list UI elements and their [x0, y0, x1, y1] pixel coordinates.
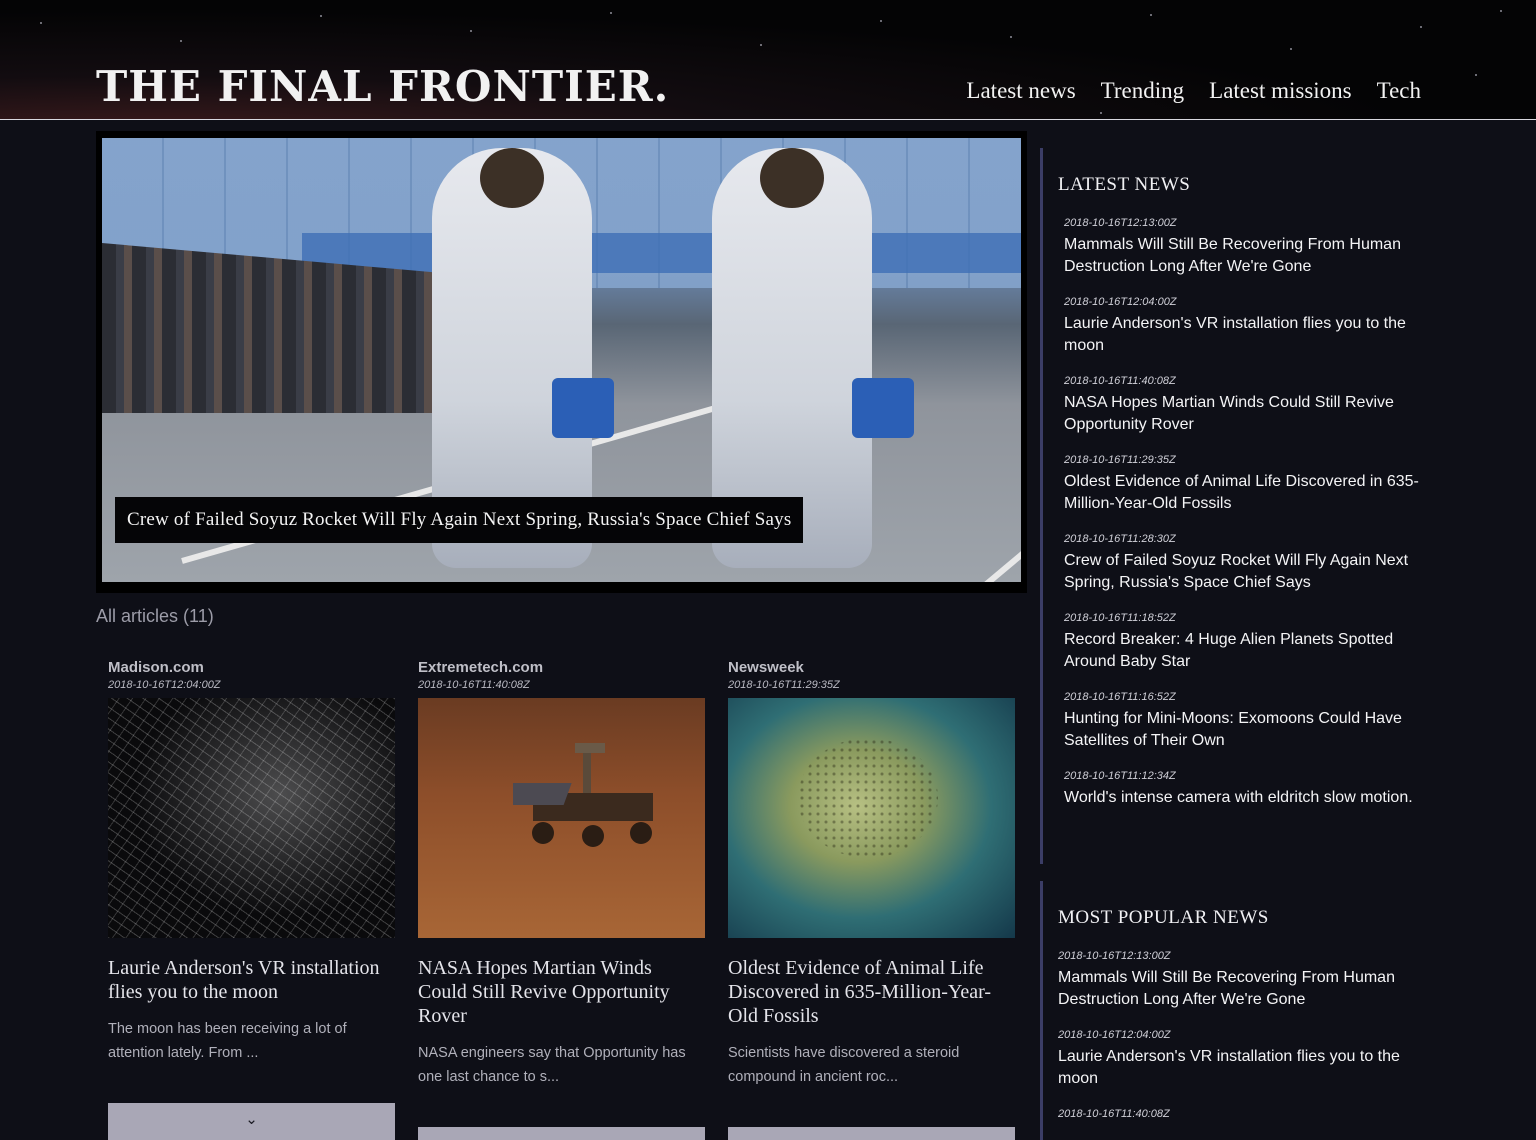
item-title[interactable]: Crew of Failed Soyuz Rocket Will Fly Aga… [1064, 550, 1430, 593]
article-card: Newsweek 2018-10-16T11:29:35Z Oldest Evi… [728, 659, 1015, 1140]
hero-image[interactable]: Crew of Failed Soyuz Rocket Will Fly Aga… [102, 138, 1021, 582]
item-date: 2018-10-16T12:13:00Z [1058, 950, 1171, 962]
all-articles-label: All articles (11) [96, 606, 214, 626]
article-card: Extremetech.com 2018-10-16T11:40:08Z NAS… [418, 659, 705, 1140]
site-header: THE FINAL FRONTIER. Latest news Trending… [0, 0, 1536, 120]
sponge-texture [798, 738, 938, 858]
card-excerpt: Scientists have discovered a steroid com… [728, 1045, 960, 1085]
card-source: Madison.com [108, 659, 204, 676]
item-date: 2018-10-16T11:40:08Z [1058, 1108, 1170, 1120]
chevron-down-icon: ⌄ [555, 1135, 568, 1140]
site-logo[interactable]: THE FINAL FRONTIER. [96, 62, 669, 111]
list-item[interactable]: 2018-10-16T11:18:52Z Record Breaker: 4 H… [1058, 612, 1430, 672]
nav-trending[interactable]: Trending [1101, 78, 1185, 104]
expand-button[interactable]: ⌄ [728, 1127, 1015, 1140]
building-band [302, 233, 1021, 273]
hero-feature[interactable]: Crew of Failed Soyuz Rocket Will Fly Aga… [96, 131, 1027, 593]
rover-graphic [513, 743, 653, 847]
nav-tech[interactable]: Tech [1377, 78, 1421, 104]
latest-news-list: 2018-10-16T12:13:00Z Mammals Will Still … [1058, 217, 1430, 809]
item-date: 2018-10-16T12:13:00Z [1064, 217, 1177, 229]
latest-news-heading: LATEST NEWS [1058, 174, 1191, 195]
item-date: 2018-10-16T11:16:52Z [1064, 691, 1176, 703]
item-title[interactable]: Laurie Anderson's VR installation flies … [1058, 1046, 1430, 1089]
item-date: 2018-10-16T11:28:30Z [1064, 533, 1176, 545]
item-date: 2018-10-16T11:29:35Z [1064, 454, 1176, 466]
astronaut-head [760, 148, 824, 208]
list-item[interactable]: 2018-10-16T11:16:52Z Hunting for Mini-Mo… [1058, 691, 1430, 751]
list-item[interactable]: 2018-10-16T11:29:35Z Oldest Evidence of … [1058, 454, 1430, 514]
vr-mesh-graphic [108, 698, 395, 938]
item-title[interactable]: Oldest Evidence of Animal Life Discovere… [1064, 471, 1430, 514]
item-title[interactable]: Record Breaker: 4 Huge Alien Planets Spo… [1064, 629, 1430, 672]
most-popular-panel: MOST POPULAR NEWS 2018-10-16T12:13:00Z M… [1040, 881, 1430, 1140]
astronaut-head [480, 148, 544, 208]
list-item[interactable]: 2018-10-16T12:04:00Z Laurie Anderson's V… [1058, 1029, 1430, 1089]
list-item[interactable]: 2018-10-16T12:04:00Z Laurie Anderson's V… [1058, 296, 1430, 356]
sidebar: LATEST NEWS 2018-10-16T12:13:00Z Mammals… [1040, 148, 1430, 1140]
chevron-down-icon: ⌄ [865, 1135, 878, 1140]
card-date: 2018-10-16T11:40:08Z [418, 679, 530, 691]
article-card: Madison.com 2018-10-16T12:04:00Z Laurie … [108, 659, 395, 1140]
card-date: 2018-10-16T11:29:35Z [728, 679, 840, 691]
card-image[interactable] [418, 698, 705, 938]
list-item[interactable]: 2018-10-16T11:12:34Z World's intense cam… [1058, 770, 1430, 809]
road-line [954, 530, 1021, 582]
item-title[interactable]: Mammals Will Still Be Recovering From Hu… [1058, 967, 1430, 1010]
nav-latest-news[interactable]: Latest news [966, 78, 1075, 104]
item-date: 2018-10-16T12:04:00Z [1064, 296, 1177, 308]
chevron-down-icon: ⌄ [245, 1111, 258, 1128]
item-title[interactable]: Mammals Will Still Be Recovering From Hu… [1064, 234, 1430, 277]
card-title[interactable]: NASA Hopes Martian Winds Could Still Rev… [418, 956, 705, 1028]
card-excerpt: The moon has been receiving a lot of att… [108, 1021, 347, 1061]
latest-news-panel: LATEST NEWS 2018-10-16T12:13:00Z Mammals… [1040, 148, 1430, 864]
item-title[interactable]: Laurie Anderson's VR installation flies … [1064, 313, 1430, 356]
item-date: 2018-10-16T12:04:00Z [1058, 1029, 1171, 1041]
nav-latest-missions[interactable]: Latest missions [1209, 78, 1351, 104]
item-date: 2018-10-16T11:40:08Z [1064, 375, 1176, 387]
card-date: 2018-10-16T12:04:00Z [108, 679, 221, 691]
item-date: 2018-10-16T11:18:52Z [1064, 612, 1176, 624]
list-item[interactable]: 2018-10-16T12:13:00Z Mammals Will Still … [1058, 950, 1430, 1010]
item-date: 2018-10-16T11:12:34Z [1064, 770, 1176, 782]
most-popular-list: 2018-10-16T12:13:00Z Mammals Will Still … [1058, 950, 1430, 1120]
card-title[interactable]: Oldest Evidence of Animal Life Discovere… [728, 956, 1015, 1028]
card-source: Extremetech.com [418, 659, 544, 676]
card-source: Newsweek [728, 659, 804, 676]
hero-caption[interactable]: Crew of Failed Soyuz Rocket Will Fly Aga… [115, 497, 804, 543]
most-popular-heading: MOST POPULAR NEWS [1058, 907, 1269, 928]
life-support-case [852, 378, 914, 438]
item-title[interactable]: NASA Hopes Martian Winds Could Still Rev… [1064, 392, 1430, 435]
list-item[interactable]: 2018-10-16T11:40:08Z [1058, 1108, 1430, 1120]
list-item[interactable]: 2018-10-16T11:40:08Z NASA Hopes Martian … [1058, 375, 1430, 435]
expand-button[interactable]: ⌄ [108, 1103, 395, 1140]
item-title[interactable]: World's intense camera with eldritch slo… [1064, 787, 1430, 809]
card-image[interactable] [108, 698, 395, 938]
life-support-case [552, 378, 614, 438]
item-title[interactable]: Hunting for Mini-Moons: Exomoons Could H… [1064, 708, 1430, 751]
card-image[interactable] [728, 698, 1015, 938]
card-excerpt: NASA engineers say that Opportunity has … [418, 1045, 686, 1085]
main-nav: Latest news Trending Latest missions Tec… [966, 78, 1421, 104]
list-item[interactable]: 2018-10-16T12:13:00Z Mammals Will Still … [1058, 217, 1430, 277]
expand-button[interactable]: ⌄ [418, 1127, 705, 1140]
list-item[interactable]: 2018-10-16T11:28:30Z Crew of Failed Soyu… [1058, 533, 1430, 593]
card-title[interactable]: Laurie Anderson's VR installation flies … [108, 956, 395, 1004]
